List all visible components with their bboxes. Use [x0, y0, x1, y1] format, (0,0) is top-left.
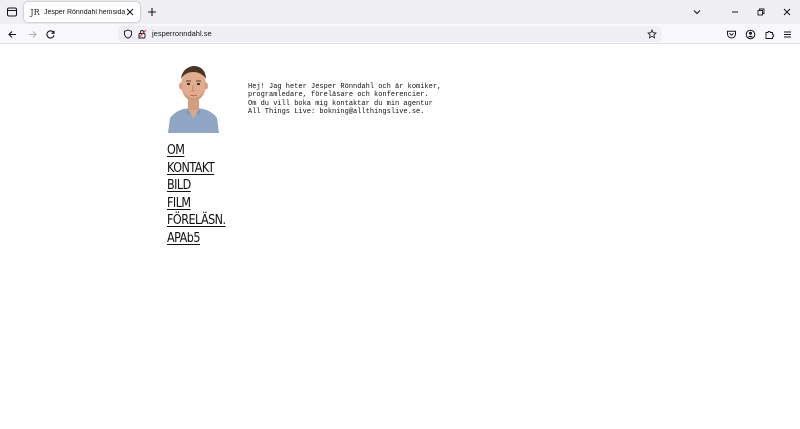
- navigation-toolbar: jesperronndahl.se: [0, 24, 800, 44]
- menu-link-forelasn[interactable]: FÖRELÄSN.: [167, 212, 226, 230]
- tab-list-icon[interactable]: [4, 4, 20, 20]
- pocket-icon[interactable]: [723, 26, 739, 42]
- web-page: Hej! Jag heter Jesper Rönndahl och är ko…: [0, 45, 800, 429]
- forward-arrow-icon[interactable]: [24, 26, 40, 42]
- menu-link-kontakt[interactable]: KONTAKT: [167, 160, 226, 178]
- reload-icon[interactable]: [42, 26, 58, 42]
- intro-line: programledare, föreläsare och konferenci…: [248, 91, 429, 100]
- new-tab-icon[interactable]: [145, 5, 159, 19]
- tab-bar: JR Jesper Rönndahl hemsida: [0, 0, 800, 24]
- main-menu: OM KONTAKT BILD FILM FÖRELÄSN. APAb5: [167, 142, 235, 248]
- close-tab-icon[interactable]: [125, 7, 135, 17]
- tracking-protection-shield-icon[interactable]: [122, 28, 134, 40]
- menu-link-om[interactable]: OM: [167, 142, 226, 160]
- list-all-tabs-chevron-down-icon[interactable]: [689, 4, 705, 20]
- menu-link-apab5[interactable]: APAb5: [167, 230, 226, 248]
- window-controls: [722, 0, 800, 24]
- site-favicon-icon: JR: [30, 7, 40, 17]
- extensions-puzzle-icon[interactable]: [761, 26, 777, 42]
- intro-text: Hej! Jag heter Jesper Rönndahl och är ko…: [248, 83, 478, 117]
- menu-link-bild[interactable]: BILD: [167, 177, 226, 195]
- intro-line: Om du vill boka mig kontaktar du min age…: [248, 99, 433, 108]
- tab-title: Jesper Rönndahl hemsida: [44, 8, 126, 16]
- account-icon[interactable]: [742, 26, 758, 42]
- restore-icon[interactable]: [748, 0, 774, 24]
- url-text[interactable]: jesperronndahl.se: [152, 29, 212, 38]
- bookmark-star-icon[interactable]: [646, 28, 658, 40]
- insecure-lock-icon[interactable]: [136, 28, 148, 40]
- portrait-photo: [166, 63, 221, 133]
- close-window-icon[interactable]: [774, 0, 800, 24]
- intro-line: All Things Live: bokning@allthingslive.s…: [248, 108, 425, 117]
- menu-link-film[interactable]: FILM: [167, 195, 226, 213]
- back-arrow-icon[interactable]: [4, 26, 20, 42]
- intro-line: Hej! Jag heter Jesper Rönndahl och är ko…: [248, 83, 442, 91]
- hamburger-menu-icon[interactable]: [779, 26, 795, 42]
- browser-tab[interactable]: JR Jesper Rönndahl hemsida: [24, 2, 140, 22]
- address-bar[interactable]: jesperronndahl.se: [118, 26, 662, 42]
- minimize-icon[interactable]: [722, 0, 748, 24]
